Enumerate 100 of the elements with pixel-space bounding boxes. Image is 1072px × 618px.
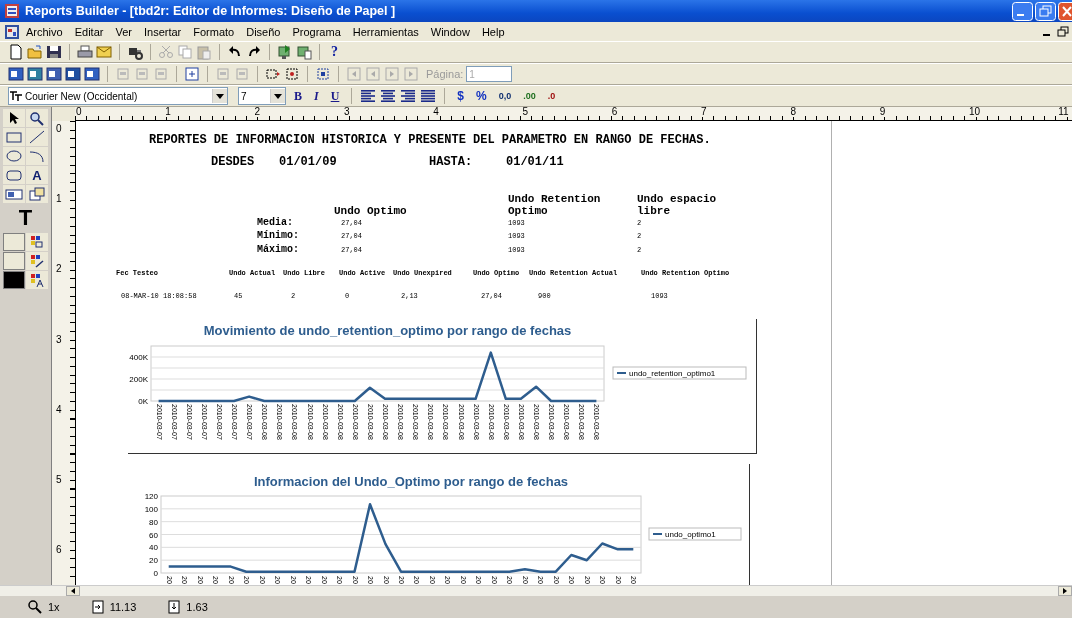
document-icon bbox=[4, 23, 20, 40]
menu-item[interactable]: Archivo bbox=[20, 25, 69, 38]
position-icon bbox=[168, 600, 181, 614]
printer-icon[interactable] bbox=[77, 44, 93, 60]
page-icon[interactable] bbox=[184, 66, 200, 82]
column-header: Undo espacio libre bbox=[637, 193, 718, 217]
axis-tick-label: 20 bbox=[149, 556, 158, 566]
window-icon[interactable] bbox=[84, 66, 100, 82]
ruler-number: 4 bbox=[56, 404, 62, 415]
dropdown-arrow-icon bbox=[274, 93, 282, 99]
ruler-number: 10 bbox=[969, 107, 981, 117]
text-color-icon[interactable] bbox=[26, 271, 48, 289]
menu-item[interactable]: Editar bbox=[68, 25, 110, 38]
size-dropdown[interactable]: 7 bbox=[238, 87, 286, 105]
date-value: 01/01/11 bbox=[506, 155, 564, 169]
help-button[interactable]: ? bbox=[327, 43, 342, 61]
restore-button[interactable] bbox=[1035, 1, 1056, 21]
chart-title: Movimiento de undo_retention_optimo por rango de fechas bbox=[203, 323, 572, 338]
date-value: 01/01/09 bbox=[279, 155, 337, 169]
row-label: Máximo: bbox=[257, 243, 299, 255]
align-right-icon[interactable] bbox=[400, 88, 417, 104]
restore-button[interactable] bbox=[1056, 24, 1070, 39]
zoom-icon bbox=[28, 600, 42, 614]
underline-button[interactable]: U bbox=[326, 87, 344, 105]
ruler-number: 3 bbox=[56, 334, 62, 345]
justify-icon[interactable] bbox=[420, 88, 437, 104]
menu-item[interactable]: Help bbox=[475, 25, 511, 38]
scroll-left-button[interactable] bbox=[66, 586, 80, 596]
legend-label: undo_retention_optimo1 bbox=[629, 369, 716, 378]
line-color-icon[interactable] bbox=[26, 252, 48, 270]
menu-item[interactable]: Diseño bbox=[240, 25, 287, 38]
menu-item[interactable]: Window bbox=[424, 25, 476, 38]
color-swatch[interactable] bbox=[3, 252, 25, 270]
chart-legend: undo_optimo1 bbox=[648, 527, 742, 541]
envelope-icon[interactable] bbox=[96, 44, 112, 60]
text-tool-button[interactable]: A bbox=[26, 166, 48, 184]
ruler-number: 11 bbox=[1058, 107, 1069, 117]
font-size: 7 bbox=[240, 90, 248, 102]
add-decimal-button[interactable]: .00 bbox=[519, 87, 540, 105]
magnifier-icon[interactable] bbox=[26, 109, 48, 127]
window-icon[interactable] bbox=[27, 66, 43, 82]
font-dropdown[interactable]: Courier New (Occidental) bbox=[8, 87, 228, 105]
pointer-icon[interactable] bbox=[3, 109, 25, 127]
menu-item[interactable]: Formato bbox=[187, 25, 241, 38]
italic-button[interactable]: I bbox=[310, 87, 323, 105]
scroll-right-button[interactable] bbox=[1058, 586, 1072, 596]
axis-tick-label: 120 bbox=[144, 492, 158, 501]
ruler-number: 7 bbox=[701, 107, 707, 117]
left-arrow-icon bbox=[71, 588, 75, 594]
ruler-number: 5 bbox=[56, 475, 62, 485]
window-icon[interactable] bbox=[46, 66, 62, 82]
text-tool-button[interactable]: T bbox=[3, 204, 48, 232]
position-y: 1.63 bbox=[186, 601, 208, 613]
field-label: DESDES bbox=[211, 155, 255, 169]
ruler-number: 9 bbox=[879, 107, 886, 117]
ruler-number: 3 bbox=[343, 107, 350, 117]
arc-tool-icon[interactable] bbox=[26, 147, 48, 165]
ruler-number: 0 bbox=[56, 124, 62, 134]
rounded-rectangle-icon[interactable] bbox=[3, 166, 25, 184]
bold-button[interactable]: B bbox=[290, 87, 306, 105]
percent-button[interactable]: % bbox=[472, 87, 491, 105]
floppy-icon[interactable] bbox=[46, 44, 62, 60]
close-button[interactable] bbox=[1058, 1, 1072, 21]
axis-tick-label: 0K bbox=[138, 397, 148, 406]
ruler-number: 2 bbox=[254, 107, 261, 117]
ellipse-tool-icon[interactable] bbox=[3, 147, 25, 165]
row-label: Mínimo: bbox=[257, 230, 299, 242]
line-tool-icon[interactable] bbox=[26, 128, 48, 146]
menu-item[interactable]: Insertar bbox=[137, 25, 188, 38]
remove-decimal-button[interactable]: .0 bbox=[543, 87, 560, 105]
report-title: REPORTES DE INFORMACION HISTORICA Y PRESENTE DEL PARAMETRO EN RANGO DE FECHAS. bbox=[149, 133, 711, 147]
menu-item[interactable]: Ver bbox=[109, 25, 138, 38]
new-document-icon[interactable] bbox=[8, 44, 24, 60]
window-icon[interactable] bbox=[65, 66, 81, 82]
menu-item[interactable]: Herramientas bbox=[346, 25, 425, 38]
frame-tool-icon[interactable] bbox=[26, 185, 48, 203]
axis-tick-label: 0 bbox=[153, 569, 158, 578]
axis-tick-label: 100 bbox=[144, 504, 158, 514]
align-left-icon[interactable] bbox=[360, 88, 377, 104]
ruler-number: 1 bbox=[56, 194, 62, 205]
field-tool-icon[interactable] bbox=[3, 185, 25, 203]
right-arrow-icon bbox=[1063, 588, 1067, 594]
window-title: Reports Builder - [tbd2r: Editor de Informes: Diseño de Papel ] bbox=[25, 4, 397, 18]
ruler-number: 2 bbox=[56, 264, 62, 275]
window-icon[interactable] bbox=[8, 66, 24, 82]
zoom-level: 1x bbox=[48, 601, 60, 613]
color-swatch[interactable] bbox=[3, 271, 25, 289]
clipboard-icon[interactable] bbox=[196, 44, 212, 60]
color-swatch[interactable] bbox=[3, 233, 25, 251]
screen-page-icon[interactable] bbox=[296, 44, 312, 60]
fill-color-icon[interactable] bbox=[26, 233, 48, 251]
axis-tick-label: 80 bbox=[149, 517, 158, 527]
align-center-icon[interactable] bbox=[380, 88, 397, 104]
currency-button[interactable]: $ bbox=[453, 87, 469, 105]
thousands-button[interactable]: 0,0 bbox=[494, 87, 516, 105]
dropdown-arrow-icon bbox=[216, 93, 224, 99]
menu-item[interactable]: Programa bbox=[286, 25, 347, 38]
ruler-number: 5 bbox=[522, 107, 529, 117]
ruler-number: 6 bbox=[56, 545, 62, 556]
axis-tick-label: 60 bbox=[149, 530, 158, 540]
